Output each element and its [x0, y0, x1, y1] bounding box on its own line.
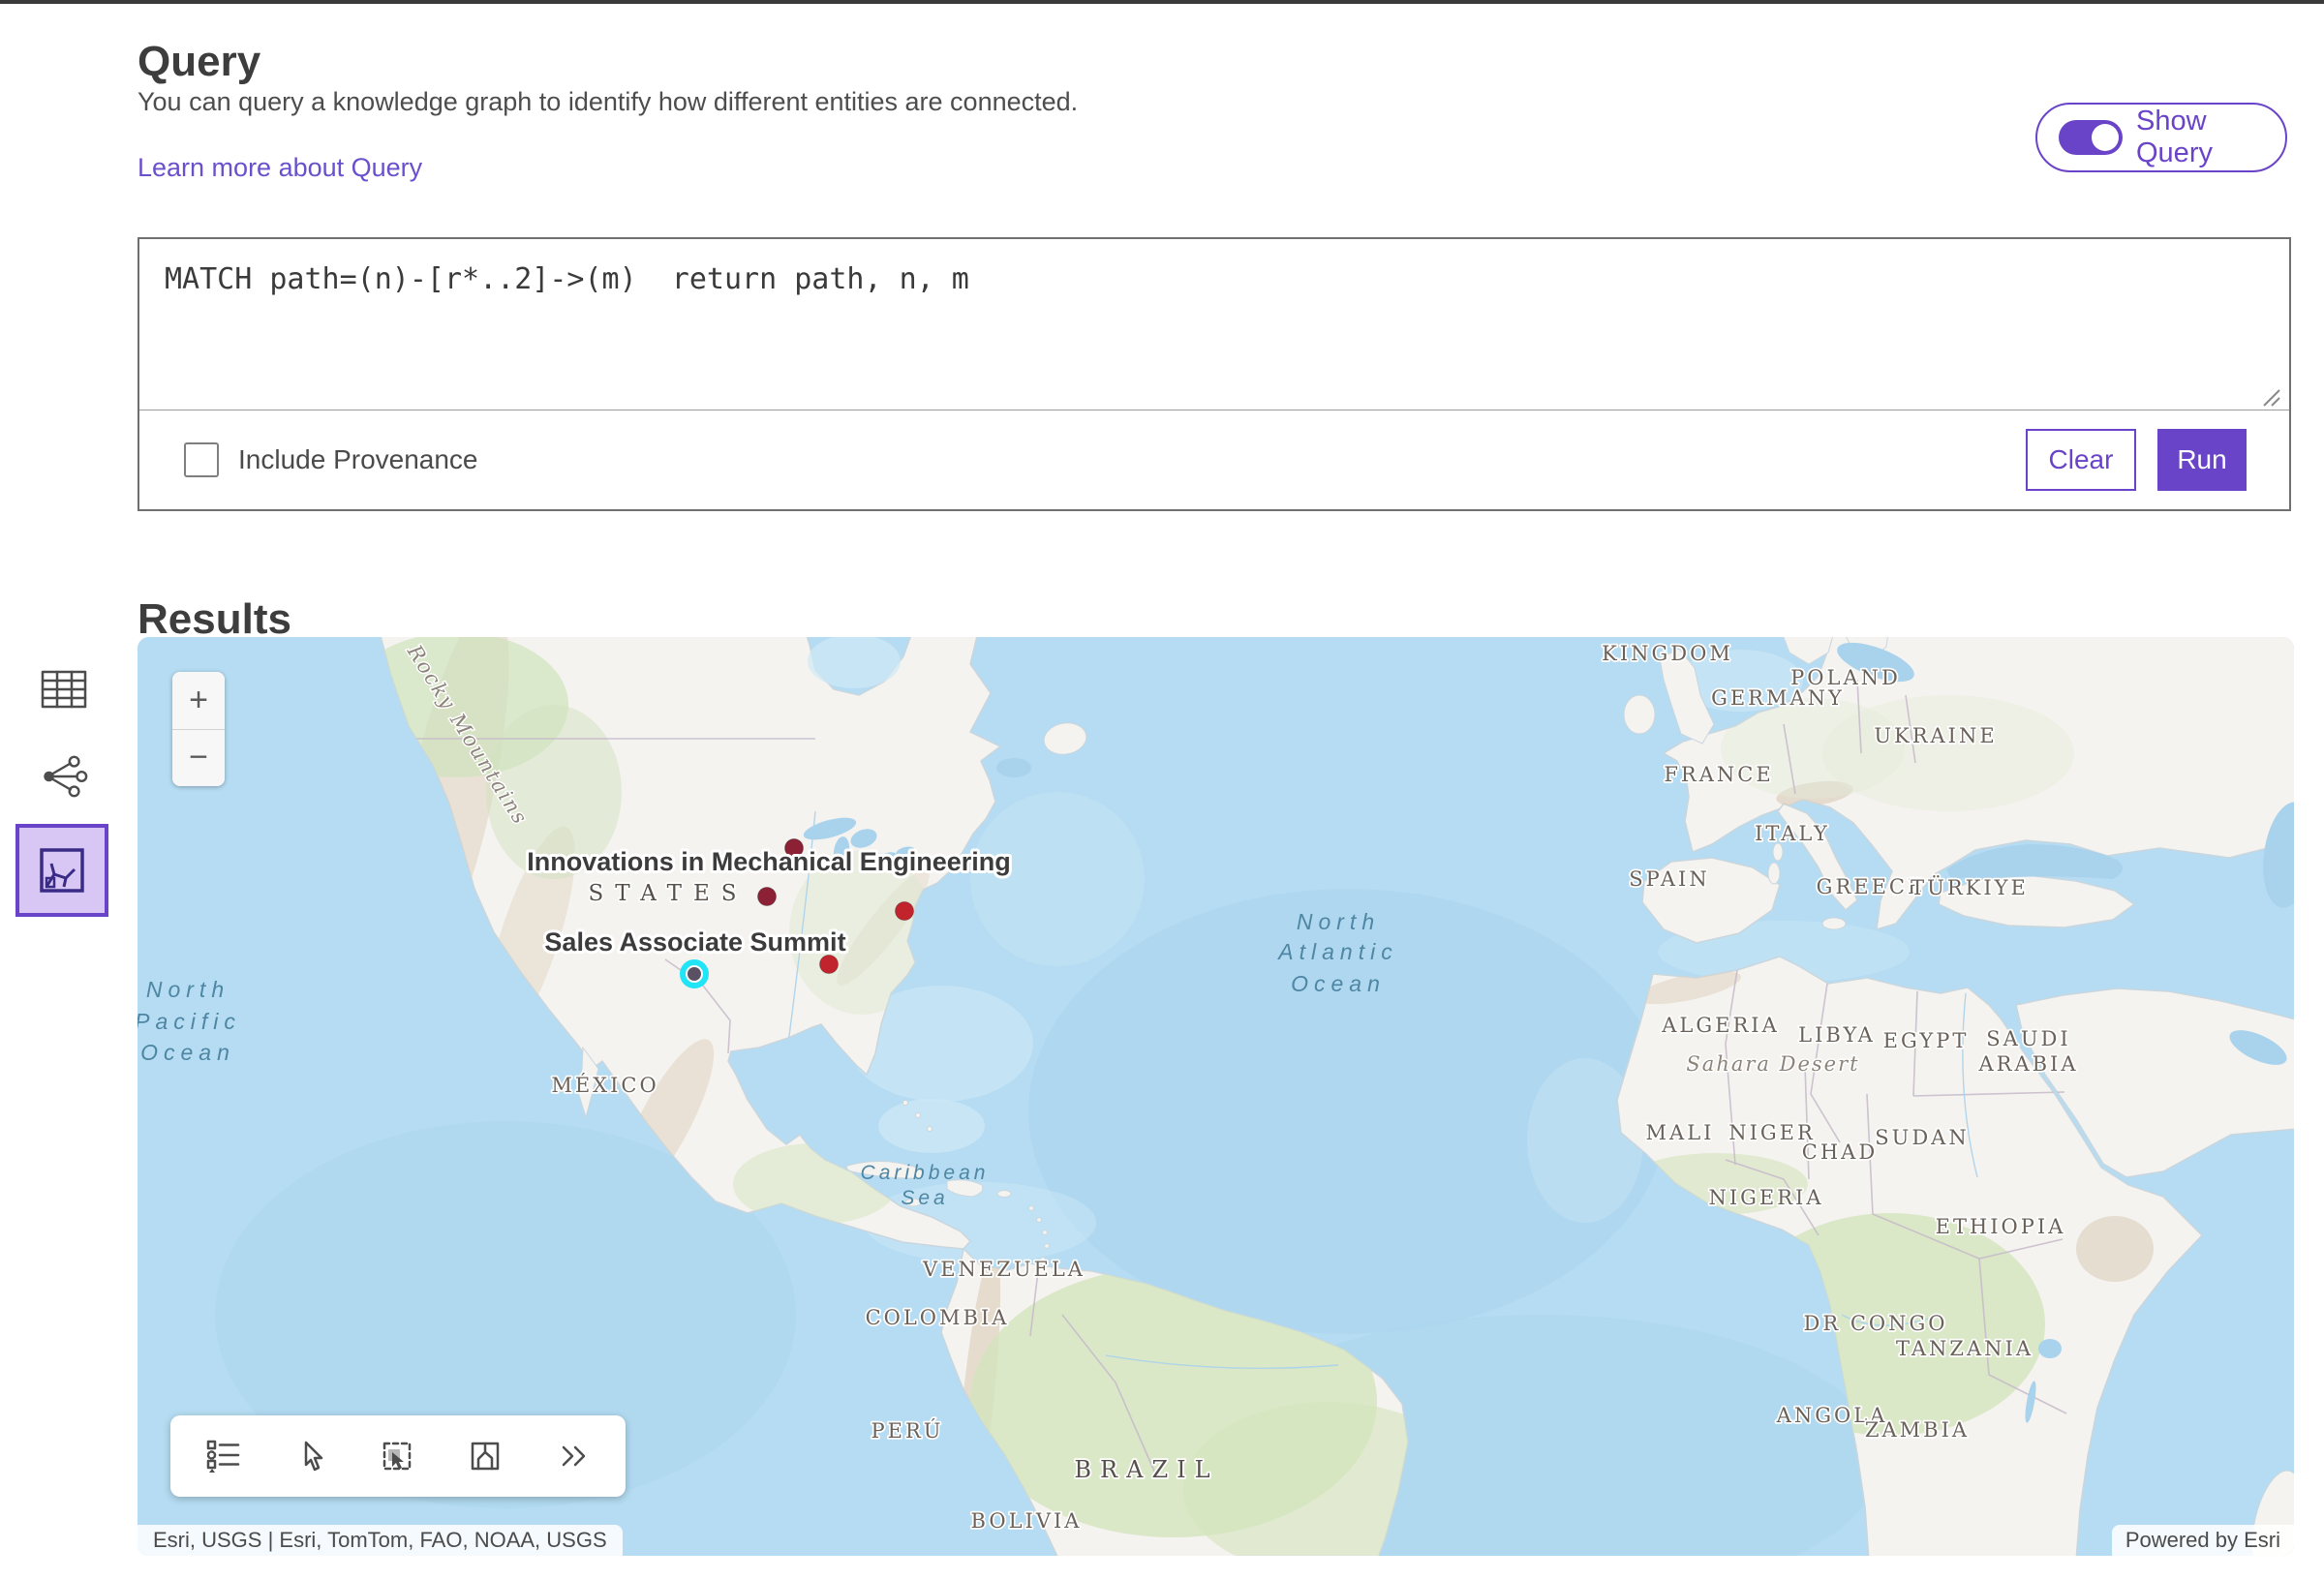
label-algeria: ALGERIA	[1661, 1014, 1780, 1037]
map-marker-highlighted[interactable]	[680, 959, 709, 988]
query-input[interactable]: MATCH path=(n)-[r*..2]->(m) return path,…	[139, 239, 2289, 410]
label-sahara-desert: Sahara Desert	[1686, 1052, 1859, 1076]
page-description: You can query a knowledge graph to ident…	[138, 87, 1078, 117]
label-zambia: ZAMBIA	[1865, 1418, 1970, 1442]
link-chart-icon	[39, 754, 89, 799]
toolbar-expand-button[interactable]	[551, 1435, 594, 1477]
label-chad: CHAD	[1802, 1140, 1878, 1164]
label-saudi-line2: ARABIA	[1977, 1052, 2078, 1076]
select-rectangle-icon	[380, 1438, 416, 1474]
results-map[interactable]: North Pacific Ocean North Atlantic Ocean…	[138, 637, 2294, 1556]
label-ukraine: UKRAINE	[1874, 724, 1997, 747]
graph-view-button[interactable]	[39, 753, 89, 800]
clear-button[interactable]: Clear	[2026, 429, 2136, 491]
label-tanzania: TANZANIA	[1896, 1337, 2034, 1360]
show-query-toggle[interactable]: Show Query	[2035, 103, 2287, 172]
show-query-label: Show Query	[2136, 106, 2285, 169]
pointer-select-button[interactable]	[290, 1435, 332, 1477]
label-dr-congo: DR CONGO	[1804, 1312, 1948, 1335]
label-mali: MALI	[1646, 1121, 1715, 1144]
include-provenance-label: Include Provenance	[238, 444, 478, 475]
map-icon	[40, 848, 84, 893]
query-controls-row: Include Provenance Clear Run	[139, 410, 2289, 509]
label-north-pacific-2: Pacific	[138, 1009, 241, 1034]
map-marker[interactable]	[758, 888, 777, 906]
map-attribution: Esri, USGS | Esri, TomTom, FAO, NOAA, US…	[138, 1525, 623, 1556]
resize-handle-icon[interactable]	[2256, 382, 2281, 408]
map-toolbar	[170, 1415, 626, 1497]
label-italy: ITALY	[1755, 822, 1830, 845]
query-editor-panel: MATCH path=(n)-[r*..2]->(m) return path,…	[138, 237, 2291, 511]
map-view-button-selected[interactable]	[15, 824, 108, 917]
table-view-button[interactable]	[39, 666, 89, 713]
label-colombia: COLOMBIA	[866, 1306, 1010, 1329]
layer-list-button[interactable]	[202, 1435, 245, 1477]
cursor-icon	[294, 1440, 327, 1473]
double-chevron-right-icon	[554, 1440, 591, 1473]
label-north-atlantic-3: Ocean	[1291, 971, 1386, 996]
query-page: { "colors": { "accent": "#6A44C8", "link…	[0, 0, 2324, 1580]
page-title: Query	[138, 38, 260, 86]
include-provenance-checkbox[interactable]	[184, 442, 219, 477]
label-ethiopia: ETHIOPIA	[1936, 1215, 2066, 1238]
label-caribbean-2: Sea	[901, 1187, 948, 1209]
toggle-knob[interactable]	[2092, 124, 2119, 151]
label-north-pacific-3: Ocean	[140, 1040, 235, 1065]
label-nigeria: NIGERIA	[1708, 1186, 1823, 1209]
select-rectangle-button[interactable]	[377, 1435, 419, 1477]
zoom-control: + −	[172, 672, 225, 786]
run-button[interactable]: Run	[2157, 429, 2247, 491]
table-icon	[41, 669, 87, 710]
label-turkiye: TÜRKIYE	[1911, 875, 2029, 899]
label-mexico: MÉXICO	[551, 1074, 658, 1097]
label-sudan: SUDAN	[1875, 1126, 1969, 1149]
zoom-out-button[interactable]: −	[172, 730, 225, 787]
select-polygon-icon	[467, 1438, 504, 1474]
label-north-atlantic-1: North	[1297, 909, 1380, 934]
label-france: FRANCE	[1664, 763, 1773, 786]
zoom-in-button[interactable]: +	[172, 672, 225, 729]
label-kingdom: KINGDOM	[1602, 642, 1733, 665]
label-north-atlantic-2: Atlantic	[1276, 939, 1397, 964]
learn-more-link[interactable]: Learn more about Query	[138, 153, 422, 183]
event-label[interactable]: Innovations in Mechanical Engineering	[527, 847, 1011, 876]
window-top-border	[0, 0, 2324, 4]
label-saudi-line1: SAUDI	[1986, 1027, 2070, 1050]
label-germany: GERMANY	[1711, 686, 1845, 710]
powered-by-esri: Powered by Esri	[2112, 1525, 2294, 1556]
label-caribbean-1: Caribbean	[861, 1162, 990, 1184]
label-libya: LIBYA	[1798, 1023, 1876, 1047]
map-marker[interactable]	[896, 902, 914, 921]
select-polygon-button[interactable]	[464, 1435, 506, 1477]
label-venezuela: VENEZUELA	[922, 1258, 1086, 1281]
map-marker[interactable]	[820, 956, 839, 974]
label-peru: PERÚ	[872, 1418, 944, 1443]
label-brazil: BRAZIL	[1074, 1456, 1218, 1483]
toggle-track-icon[interactable]	[2059, 120, 2123, 155]
label-bolivia: BOLIVIA	[971, 1509, 1083, 1533]
label-spain: SPAIN	[1629, 867, 1709, 891]
event-label[interactable]: Sales Associate Summit	[544, 927, 845, 957]
label-states: STATES	[588, 881, 748, 906]
layer-list-icon	[205, 1438, 242, 1474]
label-greece: GREECE	[1817, 875, 1926, 898]
label-egypt: EGYPT	[1883, 1029, 1970, 1052]
label-north-pacific-1: North	[146, 977, 229, 1002]
